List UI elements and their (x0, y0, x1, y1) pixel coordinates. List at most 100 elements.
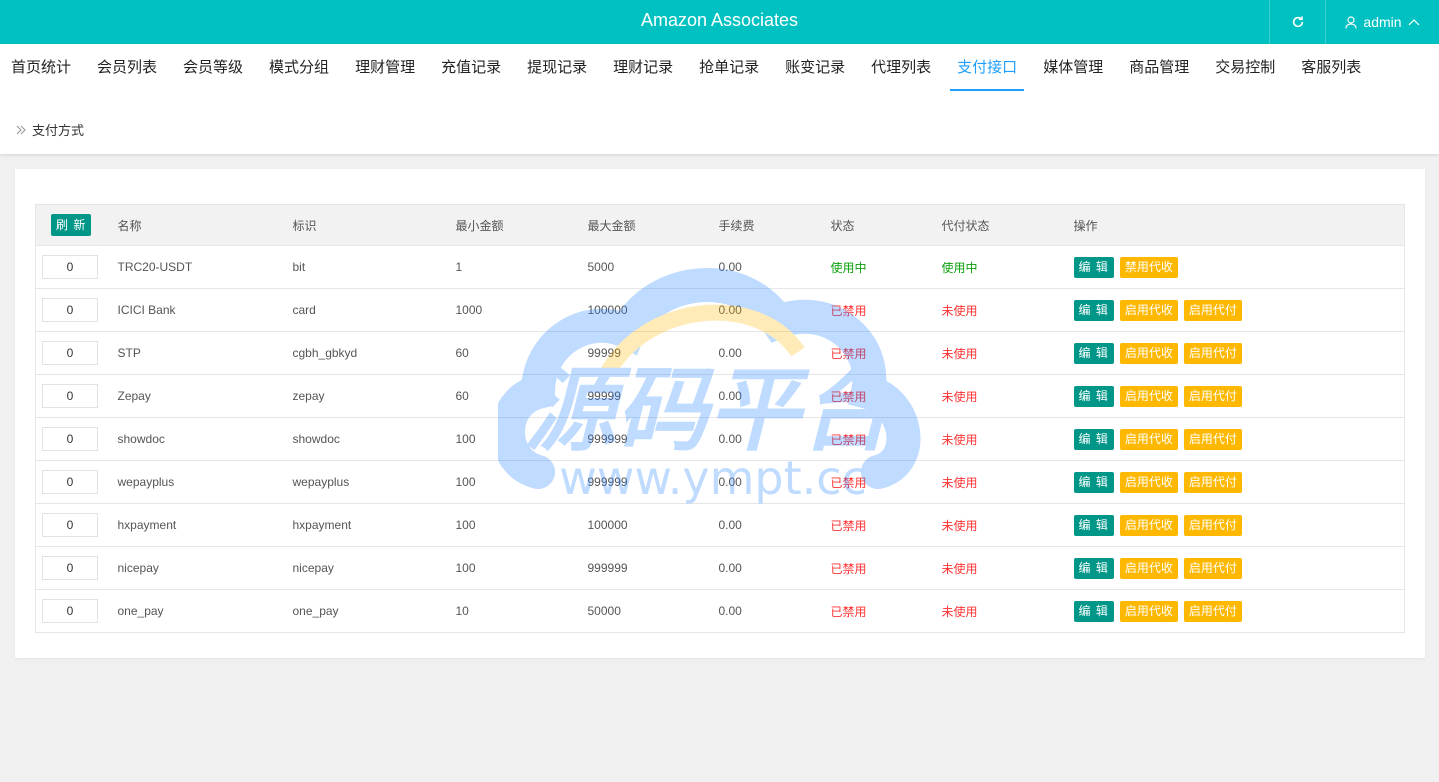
min-amount-cell: 60 (443, 331, 576, 375)
sort-input[interactable] (42, 556, 98, 580)
edit-button[interactable]: 编 辑 (1073, 256, 1114, 278)
edit-button[interactable]: 编 辑 (1073, 557, 1114, 579)
edit-button[interactable]: 编 辑 (1073, 299, 1114, 321)
fee-cell: 0.00 (706, 417, 819, 461)
payout-status-cell: 使用中 (929, 245, 1062, 289)
sort-input[interactable] (42, 384, 98, 408)
table-row: hxpaymenthxpayment1001000000.00已禁用未使用编 辑… (35, 503, 1405, 547)
payout-status-cell: 未使用 (929, 546, 1062, 590)
toggle-collect-button[interactable]: 启用代收 (1119, 385, 1178, 407)
max-amount-cell: 999999 (575, 460, 707, 504)
nav-tab[interactable]: 会员列表 (90, 44, 164, 91)
content-panel: 刷 新 名称 标识 最小金额 最大金额 手续费 状态 代付状态 操作 TRC20… (15, 169, 1425, 658)
nav-tab[interactable]: 模式分组 (262, 44, 336, 91)
payout-status-cell: 未使用 (929, 374, 1062, 418)
nav-tab[interactable]: 充值记录 (434, 44, 508, 91)
toggle-collect-button[interactable]: 启用代收 (1119, 428, 1178, 450)
column-header: 最大金额 (575, 204, 707, 246)
edit-button[interactable]: 编 辑 (1073, 514, 1114, 536)
fee-cell: 0.00 (706, 460, 819, 504)
max-amount-cell: 100000 (575, 288, 707, 332)
toggle-collect-button[interactable]: 启用代收 (1119, 299, 1178, 321)
toggle-payout-button[interactable]: 启用代付 (1183, 385, 1242, 407)
nav-tab[interactable]: 理财管理 (348, 44, 422, 91)
edit-button[interactable]: 编 辑 (1073, 385, 1114, 407)
nav-area: 首页统计 会员列表 会员等级 模式分组 理财管理 充值记录 提现记录 理财记录 抢单记录 账变记录… (0, 44, 1439, 154)
payout-status-cell: 未使用 (929, 589, 1062, 633)
fee-cell: 0.00 (706, 374, 819, 418)
table-refresh-button[interactable]: 刷 新 (51, 214, 92, 236)
status-cell: 已禁用 (818, 589, 930, 633)
toggle-payout-button[interactable]: 启用代付 (1183, 557, 1242, 579)
sort-input[interactable] (42, 427, 98, 451)
sort-input[interactable] (42, 255, 98, 279)
nav-tab[interactable]: 账变记录 (778, 44, 852, 91)
actions-cell: 编 辑启用代收 启用代付 (1061, 374, 1405, 418)
code-cell: hxpayment (280, 503, 444, 547)
code-cell: cgbh_gbkyd (280, 331, 444, 375)
table-row: STPcgbh_gbkyd60999990.00已禁用未使用编 辑启用代收启用代… (35, 331, 1405, 375)
toggle-payout-button[interactable]: 启用代付 (1183, 471, 1242, 493)
nav-tab[interactable]: 首页统计 (4, 44, 78, 91)
sort-input[interactable] (42, 513, 98, 537)
sort-input[interactable] (42, 341, 98, 365)
toggle-payout-button[interactable]: 启用代付 (1183, 428, 1242, 450)
column-header: 代付状态 (929, 204, 1062, 246)
name-cell: showdoc (105, 417, 281, 461)
nav-tabs: 首页统计 会员列表 会员等级 模式分组 理财管理 充值记录 提现记录 理财记录 抢单记录 账变记录… (0, 44, 1380, 92)
column-header: 标识 (280, 204, 444, 246)
nav-tab[interactable]: 交易控制 (1208, 44, 1282, 91)
code-cell: card (280, 288, 444, 332)
toggle-collect-button[interactable]: 启用代收 (1119, 600, 1178, 622)
min-amount-cell: 10 (443, 589, 576, 633)
min-amount-cell: 100 (443, 546, 576, 590)
min-amount-cell: 60 (443, 374, 576, 418)
toggle-payout-button[interactable]: 启用代付 (1183, 600, 1242, 622)
min-amount-cell: 100 (443, 460, 576, 504)
edit-button[interactable]: 编 辑 (1073, 428, 1114, 450)
name-cell: Zepay (105, 374, 281, 418)
refresh-icon (1292, 16, 1303, 28)
fee-cell: 0.00 (706, 503, 819, 547)
column-header: 最小金额 (443, 204, 576, 246)
toggle-collect-button[interactable]: 禁用代收 (1119, 256, 1178, 278)
edit-button[interactable]: 编 辑 (1073, 471, 1114, 493)
user-icon (1345, 15, 1358, 29)
toggle-collect-button[interactable]: 启用代收 (1119, 471, 1178, 493)
breadcrumb-label: 支付方式 (32, 123, 85, 138)
toggle-payout-button[interactable]: 启用代付 (1183, 299, 1242, 321)
nav-tab[interactable]: 支付接口 (950, 44, 1025, 91)
sort-input[interactable] (42, 470, 98, 494)
table-row: TRC20-USDTbit150000.00使用中使用中编 辑禁用代收 (35, 245, 1405, 289)
payout-status-cell: 未使用 (929, 503, 1062, 547)
edit-button[interactable]: 编 辑 (1073, 600, 1114, 622)
nav-tab[interactable]: 代理列表 (864, 44, 938, 91)
edit-button[interactable]: 编 辑 (1073, 342, 1114, 364)
nav-tab[interactable]: 客服列表 (1294, 44, 1368, 91)
nav-tab[interactable]: 提现记录 (520, 44, 594, 91)
toggle-collect-button[interactable]: 启用代收 (1119, 342, 1178, 364)
table-row: nicepaynicepay1009999990.00已禁用未使用编 辑启用代收… (35, 546, 1405, 590)
max-amount-cell: 50000 (575, 589, 707, 633)
fee-cell: 0.00 (706, 589, 819, 633)
payout-status-cell: 未使用 (929, 331, 1062, 375)
toggle-collect-button[interactable]: 启用代收 (1119, 514, 1178, 536)
toggle-collect-button[interactable]: 启用代收 (1119, 557, 1178, 579)
nav-tab[interactable]: 抢单记录 (692, 44, 766, 91)
nav-tab[interactable]: 会员等级 (176, 44, 250, 91)
nav-tab[interactable]: 理财记录 (606, 44, 680, 91)
max-amount-cell: 99999 (575, 374, 707, 418)
payout-status-cell: 未使用 (929, 417, 1062, 461)
user-menu[interactable]: admin (1325, 0, 1439, 44)
nav-tab[interactable]: 媒体管理 (1036, 44, 1110, 91)
toggle-payout-button[interactable]: 启用代付 (1183, 514, 1242, 536)
name-cell: wepayplus (105, 460, 281, 504)
sort-input[interactable] (42, 298, 98, 322)
header-refresh-button[interactable] (1269, 0, 1325, 44)
sort-input[interactable] (42, 599, 98, 623)
nav-tab[interactable]: 商品管理 (1122, 44, 1196, 91)
toggle-payout-button[interactable]: 启用代付 (1183, 342, 1242, 364)
status-cell: 使用中 (818, 245, 930, 289)
sort-cell (35, 460, 106, 504)
fee-cell: 0.00 (706, 331, 819, 375)
